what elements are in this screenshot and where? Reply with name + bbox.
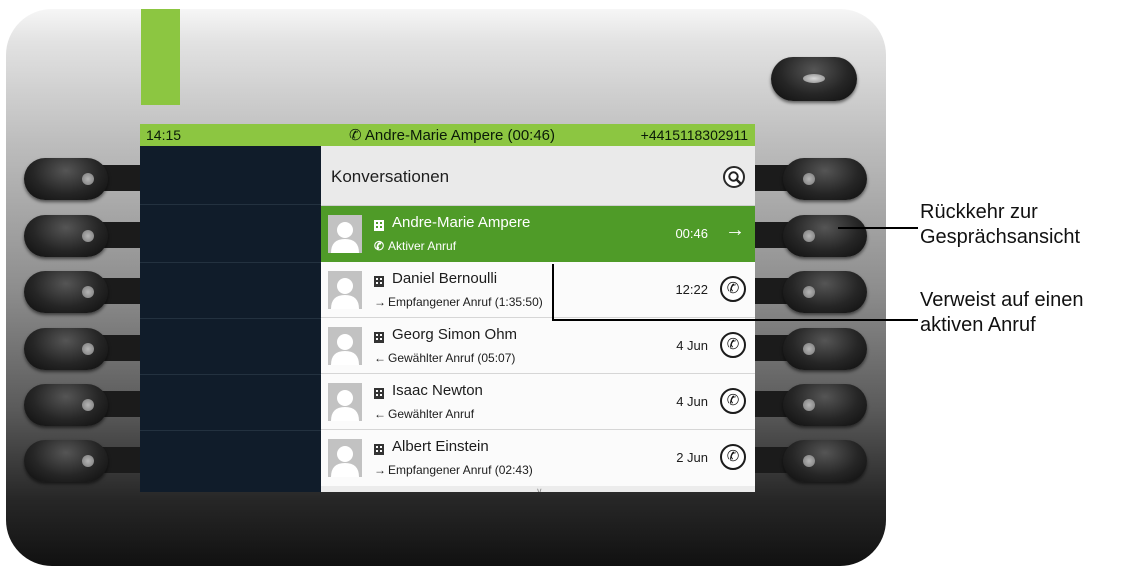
page-title: Konversationen <box>331 167 450 186</box>
clock: 14:15 <box>146 127 182 143</box>
call-time: 4 Jun <box>676 394 708 409</box>
contact-name: Andre-Marie Ampere <box>392 214 531 231</box>
arrow-right-icon[interactable]: → <box>725 219 745 242</box>
key-dot <box>803 173 815 185</box>
call-wave-icon: ✆ <box>349 127 362 144</box>
phone-icon[interactable]: ✆ <box>720 444 746 470</box>
avatar <box>328 215 362 253</box>
call-detail-text: Empfangener Anruf (02:43) <box>388 463 533 477</box>
call-detail-text: Aktiver Anruf <box>388 239 457 253</box>
chevron-down-icon[interactable]: ∨ <box>536 486 543 492</box>
incoming-call-icon: → <box>374 295 386 309</box>
callout-active-line1: Verweist auf einen <box>920 289 1084 311</box>
avatar <box>328 327 362 365</box>
building-icon <box>374 218 384 231</box>
right-softkey-4[interactable] <box>783 328 867 370</box>
building-icon <box>374 274 384 287</box>
key-dot <box>82 399 94 411</box>
conversation-row[interactable]: Isaac Newton ← Gewählter Anruf 4 Jun ✆ <box>321 374 755 430</box>
right-softkey-5[interactable] <box>783 384 867 426</box>
call-detail: → Empfangener Anruf (1:35:50) <box>374 295 543 309</box>
key-dot <box>82 173 94 185</box>
incoming-call-icon: → <box>374 463 386 477</box>
own-phone-number: +4415118302911 <box>640 127 748 143</box>
conversation-row[interactable]: Albert Einstein → Empfangener Anruf (02:4… <box>321 430 755 486</box>
callout-return-line2: Gesprächsansicht <box>920 226 1081 248</box>
key-dot <box>82 286 94 298</box>
key-dot <box>82 230 94 242</box>
active-call-label: Andre-Marie Ampere (00:46) <box>364 127 556 144</box>
key-dot <box>82 455 94 467</box>
conversation-row-active[interactable]: Andre-Marie Ampere ✆ Aktiver Anruf 00:46 … <box>321 206 755 262</box>
building-icon <box>374 330 384 343</box>
right-softkey-2[interactable] <box>783 215 867 257</box>
call-detail-text: Gewählter Anruf <box>388 407 475 421</box>
right-softkey-6[interactable] <box>783 440 867 482</box>
key-dot <box>803 286 815 298</box>
key-indicator <box>803 74 825 83</box>
callout-return: Rückkehr zur Gesprächsansicht <box>920 200 1080 250</box>
left-softkey-2[interactable] <box>24 215 108 257</box>
key-dot <box>803 399 815 411</box>
left-softkey-labels <box>140 146 321 492</box>
avatar <box>328 439 362 477</box>
building-icon <box>374 386 384 399</box>
avatar <box>328 271 362 309</box>
key-dot <box>803 455 815 467</box>
call-detail: → Empfangener Anruf (02:43) <box>374 463 533 477</box>
avatar <box>328 383 362 421</box>
call-time: 00:46 <box>675 226 708 241</box>
led-strip <box>141 9 180 105</box>
contact-name: Georg Simon Ohm <box>392 326 518 343</box>
right-softkey-1[interactable] <box>783 158 867 200</box>
callout-line <box>838 227 918 229</box>
call-detail-text: Empfangener Anruf (1:35:50) <box>388 295 543 309</box>
status-bar: 14:15 ✆ Andre-Marie Ampere (00:46) +4415… <box>140 124 755 146</box>
callout-line <box>552 264 554 321</box>
callout-return-line1: Rückkehr zur <box>920 201 1038 223</box>
call-wave-icon: ✆ <box>374 239 385 253</box>
right-softkey-3[interactable] <box>783 271 867 313</box>
call-detail: ← Gewählter Anruf (05:07) <box>374 351 515 365</box>
call-detail: ✆ Aktiver Anruf <box>374 239 456 253</box>
conversation-row[interactable]: Georg Simon Ohm ← Gewählter Anruf (05:07)… <box>321 318 755 374</box>
divider <box>140 204 321 205</box>
phone-icon[interactable]: ✆ <box>720 332 746 358</box>
key-dot <box>803 343 815 355</box>
divider <box>140 374 321 375</box>
divider <box>140 430 321 431</box>
call-detail-text: Gewählter Anruf (05:07) <box>388 351 516 365</box>
building-icon <box>374 442 384 455</box>
key-dot <box>803 230 815 242</box>
display-screen: 14:15 ✆ Andre-Marie Ampere (00:46) +4415… <box>140 124 755 492</box>
phone-icon[interactable]: ✆ <box>720 388 746 414</box>
left-softkey-6[interactable] <box>24 440 108 482</box>
contact-name: Isaac Newton <box>392 382 483 399</box>
contact-name: Albert Einstein <box>392 438 489 455</box>
left-softkey-4[interactable] <box>24 328 108 370</box>
conversation-row[interactable]: Daniel Bernoulli → Empfangener Anruf (1:3… <box>321 262 755 318</box>
contact-name: Daniel Bernoulli <box>392 270 498 287</box>
key-dot <box>82 343 94 355</box>
phone-icon[interactable]: ✆ <box>720 276 746 302</box>
call-time: 2 Jun <box>676 450 708 465</box>
left-softkey-5[interactable] <box>24 384 108 426</box>
call-time: 4 Jun <box>676 338 708 353</box>
callout-active-line2: aktiven Anruf <box>920 314 1036 336</box>
outgoing-call-icon: ← <box>374 407 386 421</box>
callout-line <box>552 319 918 321</box>
call-time: 12:22 <box>675 282 708 297</box>
panel-header: Konversationen <box>321 146 755 206</box>
divider <box>140 262 321 263</box>
divider <box>140 318 321 319</box>
search-icon[interactable] <box>723 166 745 188</box>
callout-active: Verweist auf einen aktiven Anruf <box>920 288 1083 338</box>
left-softkey-1[interactable] <box>24 158 108 200</box>
call-detail: ← Gewählter Anruf <box>374 407 474 421</box>
outgoing-call-icon: ← <box>374 351 386 365</box>
top-hardware-key[interactable] <box>771 57 857 101</box>
active-call-indicator[interactable]: ✆ Andre-Marie Ampere (00:46) <box>349 126 555 144</box>
left-softkey-3[interactable] <box>24 271 108 313</box>
